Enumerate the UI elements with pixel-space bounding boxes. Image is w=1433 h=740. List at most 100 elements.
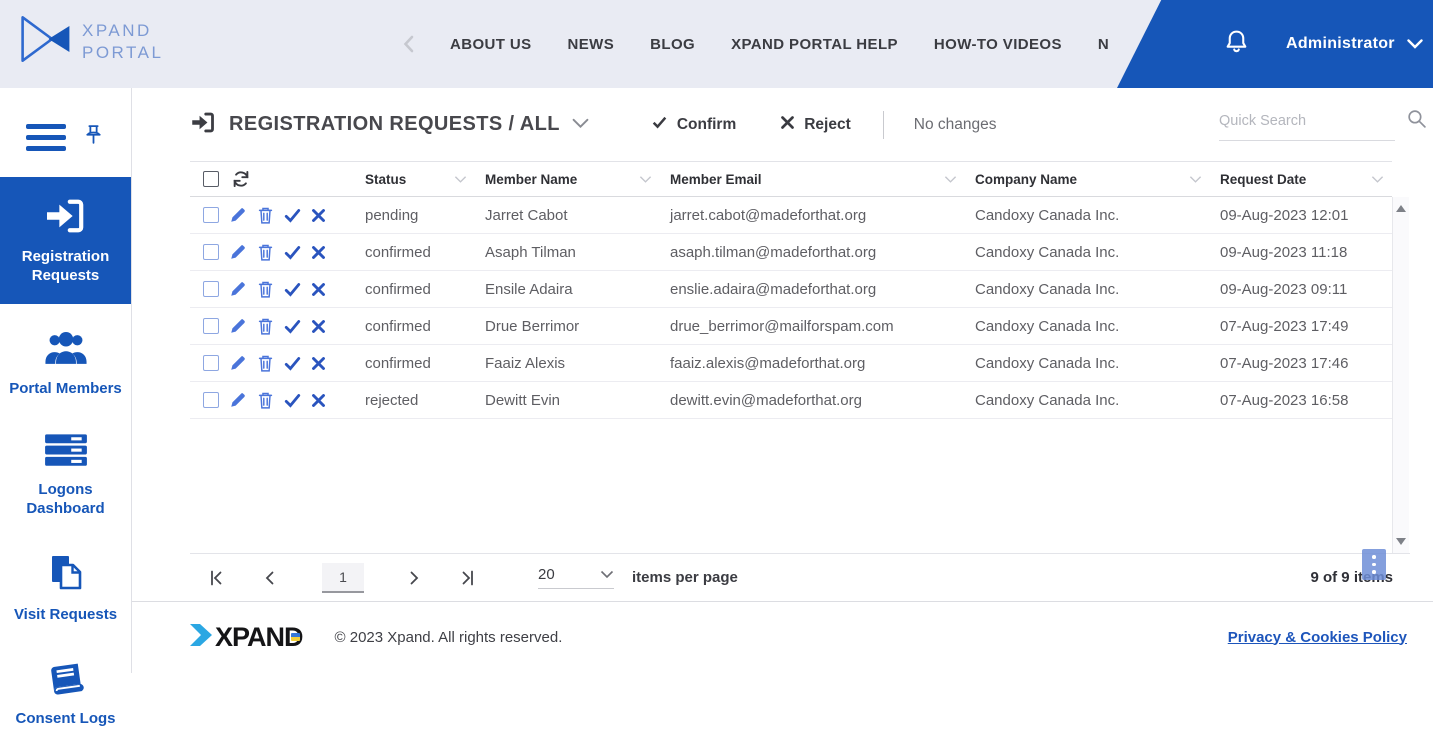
row-status: rejected bbox=[355, 392, 475, 409]
privacy-policy-link[interactable]: Privacy & Cookies Policy bbox=[1228, 629, 1407, 646]
refresh-icon[interactable] bbox=[231, 169, 251, 189]
column-header-request-date[interactable]: Request Date bbox=[1220, 172, 1306, 187]
edit-pencil-icon[interactable] bbox=[229, 354, 247, 372]
footer-chevron-logo-icon bbox=[190, 620, 216, 655]
first-page-button[interactable] bbox=[206, 568, 226, 588]
sidebar: Registration Requests Portal Members bbox=[0, 88, 132, 673]
row-checkbox[interactable] bbox=[203, 281, 219, 297]
row-member-email: dewitt.evin@madeforthat.org bbox=[660, 392, 965, 409]
row-checkbox[interactable] bbox=[203, 355, 219, 371]
column-header-status[interactable]: Status bbox=[365, 172, 406, 187]
confirm-check-icon[interactable] bbox=[284, 282, 301, 297]
nav-item-truncated[interactable]: N bbox=[1098, 36, 1109, 53]
reject-button[interactable]: Reject bbox=[780, 115, 851, 135]
sidebar-item-portal-members[interactable]: Portal Members bbox=[0, 316, 131, 411]
row-member-name: Drue Berrimor bbox=[475, 318, 660, 335]
confirm-check-icon bbox=[651, 115, 668, 134]
delete-trash-icon[interactable] bbox=[257, 243, 274, 262]
copyright-text: © 2023 Xpand. All rights reserved. bbox=[335, 629, 563, 646]
search-icon[interactable] bbox=[1406, 108, 1427, 134]
confirm-check-icon[interactable] bbox=[284, 393, 301, 408]
nav-item-portal-help[interactable]: XPAND PORTAL HELP bbox=[731, 36, 898, 53]
previous-page-button[interactable] bbox=[260, 568, 280, 588]
delete-trash-icon[interactable] bbox=[257, 391, 274, 410]
reject-x-icon[interactable] bbox=[311, 356, 326, 371]
sidebar-item-registration-requests[interactable]: Registration Requests bbox=[0, 177, 131, 304]
sidebar-item-logons-dashboard[interactable]: Logons Dashboard bbox=[0, 418, 131, 531]
row-checkbox[interactable] bbox=[203, 318, 219, 334]
column-header-company-name[interactable]: Company Name bbox=[975, 172, 1077, 187]
edit-pencil-icon[interactable] bbox=[229, 391, 247, 409]
last-page-button[interactable] bbox=[458, 568, 478, 588]
user-chevron-down-icon[interactable] bbox=[1407, 39, 1423, 49]
brand-logo[interactable]: XPAND PORTAL bbox=[20, 14, 163, 69]
changes-status: No changes bbox=[914, 116, 997, 134]
table-row: confirmed Ensile Adaira enslie.adaira@ma… bbox=[190, 271, 1392, 308]
confirm-button[interactable]: Confirm bbox=[651, 115, 736, 134]
pagination-bar: 1 20 items per page 9 of 9 items bbox=[190, 553, 1410, 601]
sidebar-item-label: Visit Requests bbox=[14, 606, 117, 625]
row-checkbox[interactable] bbox=[203, 392, 219, 408]
scroll-down-icon[interactable] bbox=[1396, 538, 1406, 545]
filter-chevron-icon[interactable] bbox=[1189, 172, 1202, 187]
nav-item-news[interactable]: NEWS bbox=[568, 36, 615, 53]
pin-icon[interactable] bbox=[82, 123, 105, 151]
confirm-check-icon[interactable] bbox=[284, 319, 301, 334]
row-company-name: Candoxy Canada Inc. bbox=[965, 281, 1210, 298]
nav-item-about-us[interactable]: ABOUT US bbox=[450, 36, 532, 53]
row-member-name: Jarret Cabot bbox=[475, 207, 660, 224]
filter-chevron-icon[interactable] bbox=[639, 172, 652, 187]
grid-header-row: Status Member Name Member Email Company … bbox=[190, 161, 1392, 197]
reject-x-icon[interactable] bbox=[311, 208, 326, 223]
sidebar-item-label: Consent Logs bbox=[16, 710, 116, 729]
row-member-email: faaiz.alexis@madeforthat.org bbox=[660, 355, 965, 372]
page-size-select[interactable]: 20 bbox=[538, 566, 614, 589]
page-title: REGISTRATION REQUESTS / ALL bbox=[229, 113, 560, 136]
select-all-checkbox[interactable] bbox=[203, 171, 219, 187]
next-page-button[interactable] bbox=[404, 568, 424, 588]
reject-x-icon[interactable] bbox=[311, 282, 326, 297]
vertical-scrollbar[interactable] bbox=[1392, 197, 1409, 553]
top-header: XPAND PORTAL ABOUT US NEWS BLOG XPAND PO… bbox=[0, 0, 1433, 88]
sidebar-item-visit-requests[interactable]: Visit Requests bbox=[0, 539, 131, 637]
user-menu[interactable]: Administrator bbox=[1286, 35, 1395, 53]
page-size-chevron-icon bbox=[600, 566, 614, 583]
row-company-name: Candoxy Canada Inc. bbox=[965, 207, 1210, 224]
delete-trash-icon[interactable] bbox=[257, 354, 274, 373]
current-page-indicator[interactable]: 1 bbox=[322, 563, 364, 593]
filter-chevron-icon[interactable] bbox=[1371, 172, 1384, 187]
scroll-up-icon[interactable] bbox=[1396, 205, 1406, 212]
reject-x-icon[interactable] bbox=[311, 393, 326, 408]
row-company-name: Candoxy Canada Inc. bbox=[965, 355, 1210, 372]
row-checkbox[interactable] bbox=[203, 244, 219, 260]
row-checkbox[interactable] bbox=[203, 207, 219, 223]
column-header-member-name[interactable]: Member Name bbox=[485, 172, 577, 187]
menu-hamburger-icon[interactable] bbox=[26, 124, 66, 151]
reject-x-icon[interactable] bbox=[311, 319, 326, 334]
filter-chevron-icon[interactable] bbox=[944, 172, 957, 187]
confirm-check-icon[interactable] bbox=[284, 356, 301, 371]
row-request-date: 07-Aug-2023 17:49 bbox=[1210, 318, 1392, 335]
quick-search-input[interactable] bbox=[1219, 113, 1406, 129]
edit-pencil-icon[interactable] bbox=[229, 206, 247, 224]
view-selector[interactable]: REGISTRATION REQUESTS / ALL bbox=[190, 111, 589, 139]
nav-item-blog[interactable]: BLOG bbox=[650, 36, 695, 53]
kebab-menu-button[interactable] bbox=[1362, 549, 1386, 580]
nav-prev-icon[interactable] bbox=[403, 35, 414, 53]
nav-item-how-to-videos[interactable]: HOW-TO VIDEOS bbox=[934, 36, 1062, 53]
row-member-email: drue_berrimor@mailforspam.com bbox=[660, 318, 965, 335]
reject-x-icon[interactable] bbox=[311, 245, 326, 260]
edit-pencil-icon[interactable] bbox=[229, 280, 247, 298]
delete-trash-icon[interactable] bbox=[257, 317, 274, 336]
notification-bell-icon[interactable] bbox=[1223, 28, 1250, 60]
filter-chevron-icon[interactable] bbox=[454, 172, 467, 187]
delete-trash-icon[interactable] bbox=[257, 280, 274, 299]
confirm-check-icon[interactable] bbox=[284, 208, 301, 223]
edit-pencil-icon[interactable] bbox=[229, 317, 247, 335]
confirm-check-icon[interactable] bbox=[284, 245, 301, 260]
column-header-member-email[interactable]: Member Email bbox=[670, 172, 762, 187]
title-chevron-down-icon[interactable] bbox=[572, 116, 589, 134]
sidebar-item-consent-logs[interactable]: Consent Logs bbox=[0, 645, 131, 740]
delete-trash-icon[interactable] bbox=[257, 206, 274, 225]
edit-pencil-icon[interactable] bbox=[229, 243, 247, 261]
